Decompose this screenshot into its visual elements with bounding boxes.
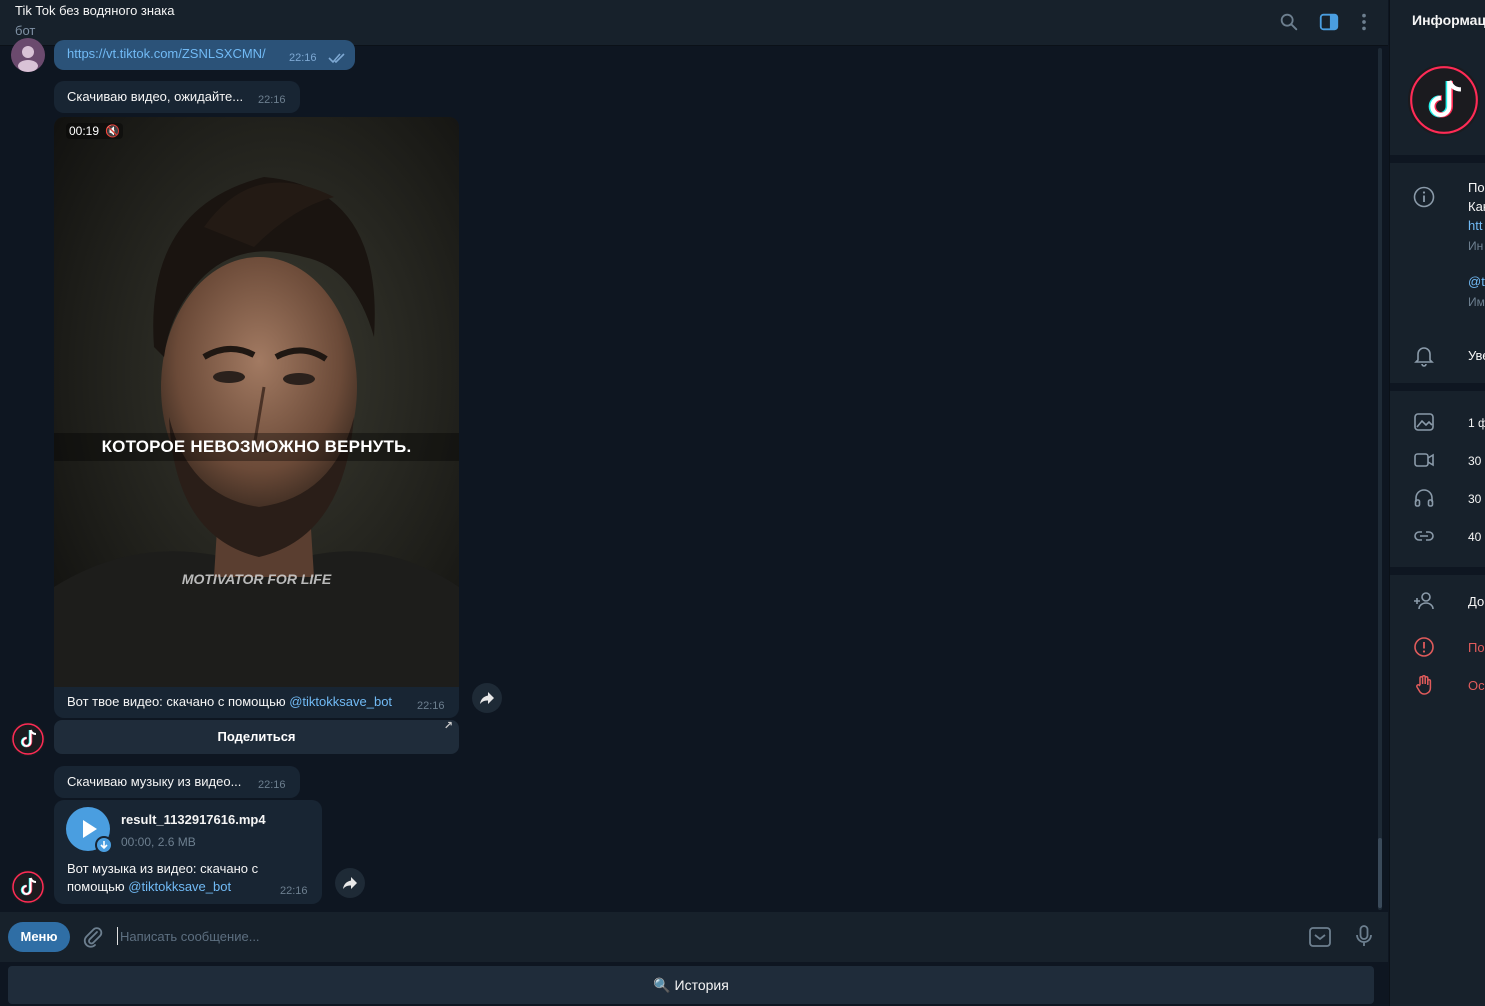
bot-keyboard-toggle-icon[interactable] — [1308, 925, 1332, 949]
about-label: Ин — [1468, 239, 1484, 253]
photo-icon — [1412, 410, 1436, 434]
notifications-toggle[interactable]: Уве — [1468, 348, 1485, 363]
message-time: 22:16 — [417, 700, 445, 712]
link-icon — [1412, 524, 1436, 548]
photos-count[interactable]: 1 ф — [1468, 416, 1485, 430]
audio-file-name[interactable]: result_1132917616.mp4 — [121, 812, 266, 827]
share-inline-button[interactable]: Поделиться ↗ — [54, 720, 459, 754]
message-time: 22:16 — [289, 52, 317, 64]
video-duration: 00:19 🔇 — [66, 123, 124, 139]
message-text: Скачиваю музыку из видео... — [67, 774, 242, 789]
stop-bot-button[interactable]: Ос — [1468, 678, 1485, 693]
telegram-window: Tik Tok без водяного знака бот https://v… — [0, 0, 1485, 1006]
report-button[interactable]: По — [1468, 640, 1485, 655]
username-label: Им — [1468, 295, 1485, 309]
divider — [1390, 155, 1485, 163]
info-panel-title: Информац — [1412, 12, 1485, 28]
message-text: Скачиваю видео, ожидайте... — [67, 89, 244, 104]
add-user-icon — [1412, 589, 1436, 613]
chat-subtitle: бот — [15, 23, 36, 38]
chat-title[interactable]: Tik Tok без водяного знака — [15, 3, 175, 18]
user-avatar[interactable] — [11, 38, 45, 72]
divider — [1390, 383, 1485, 391]
sidebar-toggle-icon[interactable] — [1318, 11, 1340, 33]
message-link[interactable]: https://vt.tiktok.com/ZSNLSXCMN/ — [67, 46, 266, 61]
search-icon[interactable] — [1278, 11, 1300, 33]
bot-avatar[interactable] — [11, 870, 45, 904]
forward-arrow-icon — [343, 877, 357, 889]
about-line: По — [1468, 180, 1485, 195]
outgoing-link-message[interactable]: https://vt.tiktok.com/ZSNLSXCMN/ 22:16 — [54, 40, 355, 70]
stop-hand-icon — [1412, 673, 1436, 697]
microphone-icon[interactable] — [1352, 924, 1376, 948]
forward-button[interactable] — [472, 683, 502, 713]
video-watermark: MOTIVATOR FOR LIFE — [181, 571, 332, 587]
report-icon — [1412, 635, 1436, 659]
message-time: 22:16 — [280, 885, 308, 897]
divider — [1390, 567, 1485, 575]
audio-count[interactable]: 30 — [1468, 492, 1481, 506]
bot-mention-link[interactable]: @tiktokksave_bot — [128, 879, 231, 894]
audio-caption-line2: помощью @tiktokksave_bot — [67, 879, 232, 894]
history-keyboard-button[interactable]: 🔍 История — [8, 966, 1374, 1004]
about-line: Как — [1468, 199, 1485, 214]
username-link[interactable]: @t — [1468, 274, 1485, 289]
video-caption-bubble[interactable]: Вот твое видео: скачано с помощью @tikto… — [54, 687, 459, 718]
profile-avatar[interactable] — [1408, 64, 1480, 136]
bell-icon — [1412, 343, 1436, 367]
info-icon — [1412, 185, 1436, 209]
scrollbar-track[interactable] — [1378, 48, 1382, 910]
videos-count[interactable]: 30 — [1468, 454, 1481, 468]
external-link-icon: ↗ — [443, 720, 453, 732]
video-caption-text: Вот твое видео: скачано с помощью @tikto… — [67, 694, 393, 709]
forward-arrow-icon — [480, 692, 494, 704]
video-frame — [54, 117, 459, 687]
video-subtitle-overlay: КОТОРОЕ НЕВОЗМОЖНО ВЕРНУТЬ. — [54, 433, 459, 461]
about-link[interactable]: htt — [1468, 218, 1482, 233]
bot-keyboard: 🔍 История — [0, 962, 1388, 1006]
video-player[interactable]: 00:19 🔇 КОТОРОЕ НЕВОЗМОЖНО ВЕРНУТЬ. MOTI… — [54, 117, 459, 687]
download-badge[interactable] — [95, 836, 113, 854]
message-input[interactable]: Написать сообщение... — [120, 929, 260, 944]
download-arrow-icon — [100, 841, 108, 850]
more-menu-icon[interactable] — [1353, 11, 1375, 33]
video-icon — [1412, 448, 1436, 472]
incoming-message[interactable]: Скачиваю музыку из видео... 22:16 — [54, 766, 300, 798]
message-time: 22:16 — [258, 779, 286, 791]
bot-menu-button[interactable]: Меню — [8, 922, 70, 952]
scrollbar-thumb[interactable] — [1378, 838, 1382, 908]
audio-caption-line1: Вот музыка из видео: скачано с — [67, 861, 259, 876]
message-time: 22:16 — [258, 94, 286, 106]
text-caret — [117, 927, 118, 945]
links-count[interactable]: 40 — [1468, 530, 1481, 544]
muted-speaker-icon[interactable]: 🔇 — [105, 124, 120, 138]
bot-avatar[interactable] — [11, 722, 45, 756]
headphones-icon — [1412, 486, 1436, 510]
message-composer: Меню Написать сообщение... — [0, 912, 1388, 962]
forward-button[interactable] — [335, 868, 365, 898]
bot-mention-link[interactable]: @tiktokksave_bot — [289, 694, 392, 709]
audio-file-meta: 00:00, 2.6 MB — [121, 835, 196, 849]
attach-paperclip-icon[interactable] — [81, 925, 105, 949]
info-panel: Информац По Как htt Ин @t Им Уве 1 ф 30 … — [1389, 0, 1485, 1006]
read-checkmarks-icon — [328, 53, 345, 64]
add-to-group-button[interactable]: До — [1468, 594, 1484, 609]
incoming-message[interactable]: Скачиваю видео, ожидайте... 22:16 — [54, 81, 300, 113]
